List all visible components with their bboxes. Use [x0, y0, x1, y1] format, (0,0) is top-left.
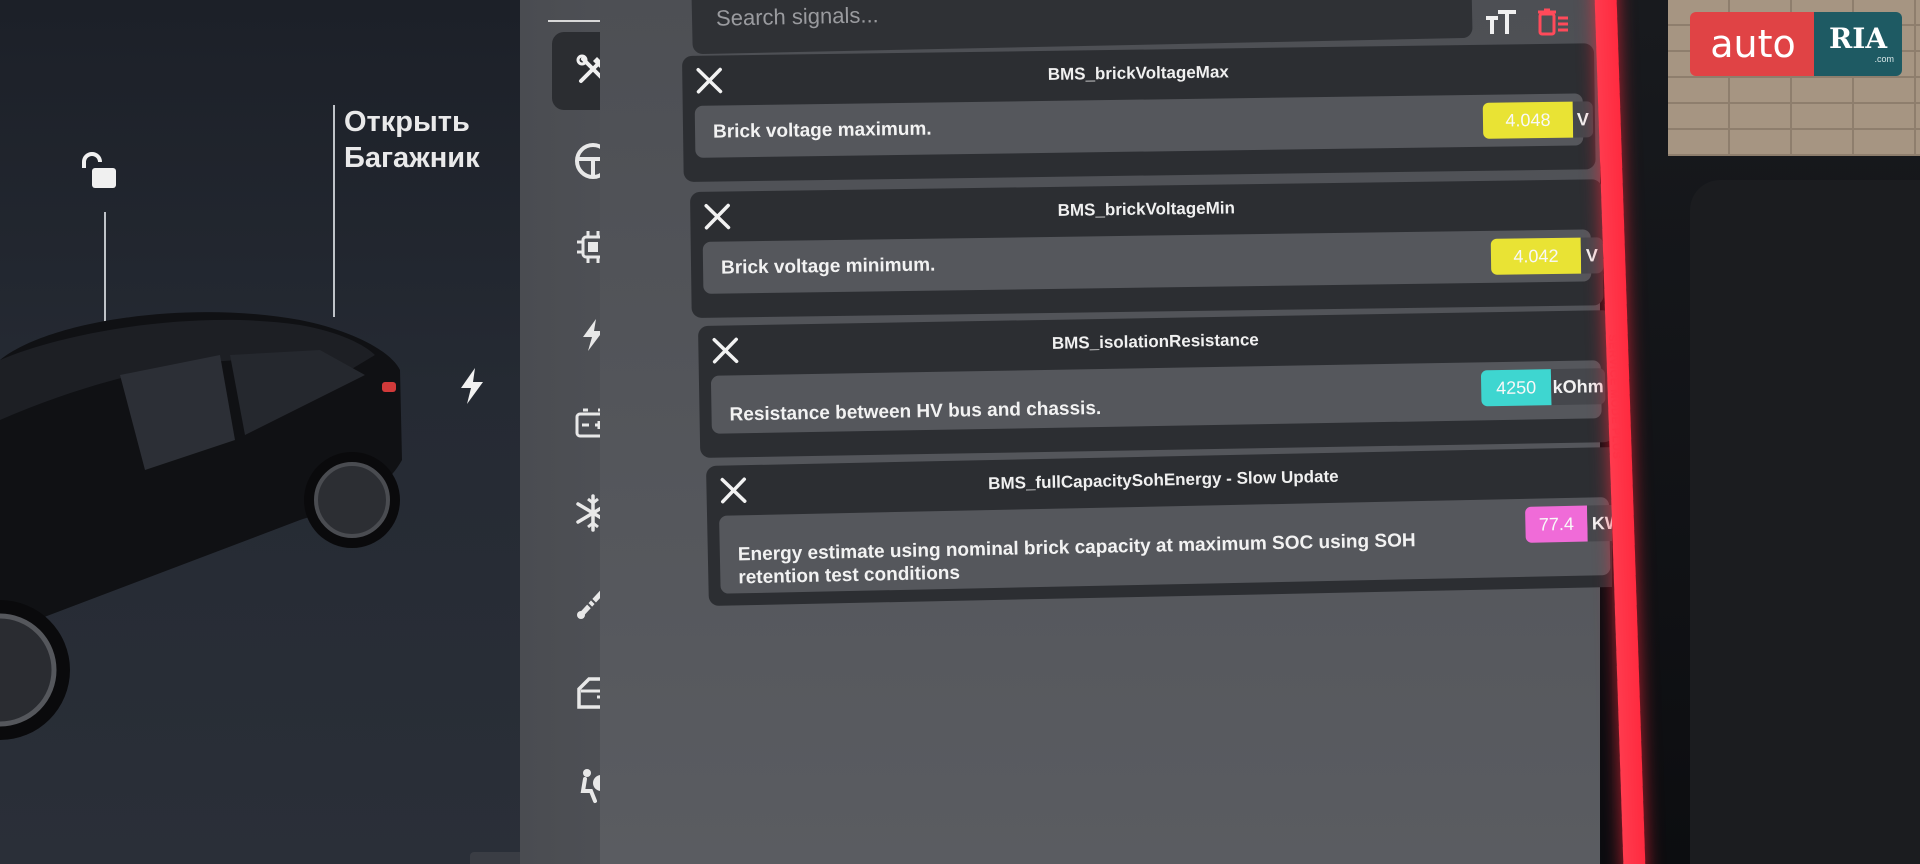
signal-card: BMS_fullCapacitySohEnergy - Slow Update … — [706, 446, 1638, 606]
signal-detail-row: Brick voltage minimum. 4.042 V — [702, 229, 1604, 294]
signal-detail-row: Energy estimate using nominal brick capa… — [719, 497, 1638, 594]
signal-description: Resistance between HV bus and chassis. — [729, 397, 1102, 426]
signal-detail-row: Brick voltage maximum. 4.048 V — [694, 93, 1594, 158]
signal-description: Energy estimate using nominal brick capa… — [737, 530, 1416, 589]
signal-name: BMS_fullCapacitySohEnergy - Slow Update — [987, 466, 1339, 494]
clear-list-icon[interactable] — [1538, 8, 1570, 38]
text-size-icon[interactable] — [1484, 8, 1518, 38]
signal-unit: V — [1580, 237, 1604, 274]
trunk-label-line2: Багажник — [344, 142, 480, 174]
signal-value: 4.048 — [1482, 101, 1574, 139]
signal-value: 4.042 — [1490, 237, 1582, 275]
signal-card: BMS_isolationResistance Resistance betwe… — [698, 310, 1615, 458]
trunk-label-line1: Открыть — [344, 106, 470, 138]
signal-description: Brick voltage maximum. — [712, 118, 932, 143]
charge-port-icon[interactable] — [455, 366, 489, 406]
signal-value: 77.4 — [1525, 505, 1588, 543]
background-interior — [1690, 180, 1920, 864]
signal-unit: kOhm — [1550, 368, 1606, 406]
search-placeholder: Search signals... — [715, 2, 879, 31]
unlock-icon[interactable] — [78, 150, 122, 194]
vehicle-panel: Открыть Багажник — [0, 0, 560, 864]
watermark-ria: RIA .com — [1814, 12, 1902, 76]
car-image — [0, 312, 402, 740]
watermark-auto: auto — [1690, 12, 1816, 76]
signal-card: BMS_brickVoltageMax Brick voltage maximu… — [682, 43, 1596, 182]
signal-name: BMS_isolationResistance — [1051, 330, 1259, 353]
signal-name: BMS_brickVoltageMin — [1057, 198, 1236, 220]
watermark-ria-text: RIA — [1828, 22, 1888, 55]
watermark-com-text: .com — [1874, 54, 1894, 64]
signal-description: Brick voltage minimum. — [720, 254, 936, 279]
trunk-leader-line — [333, 105, 335, 317]
signal-value: 4250 — [1480, 369, 1552, 407]
signal-card: BMS_brickVoltageMin Brick voltage minimu… — [690, 179, 1604, 318]
signal-unit: V — [1572, 101, 1594, 138]
signal-name: BMS_brickVoltageMax — [1047, 62, 1229, 84]
signal-detail-row: Resistance between HV bus and chassis. 4… — [710, 360, 1606, 434]
open-trunk-button[interactable]: Открыть Багажник — [344, 104, 480, 176]
